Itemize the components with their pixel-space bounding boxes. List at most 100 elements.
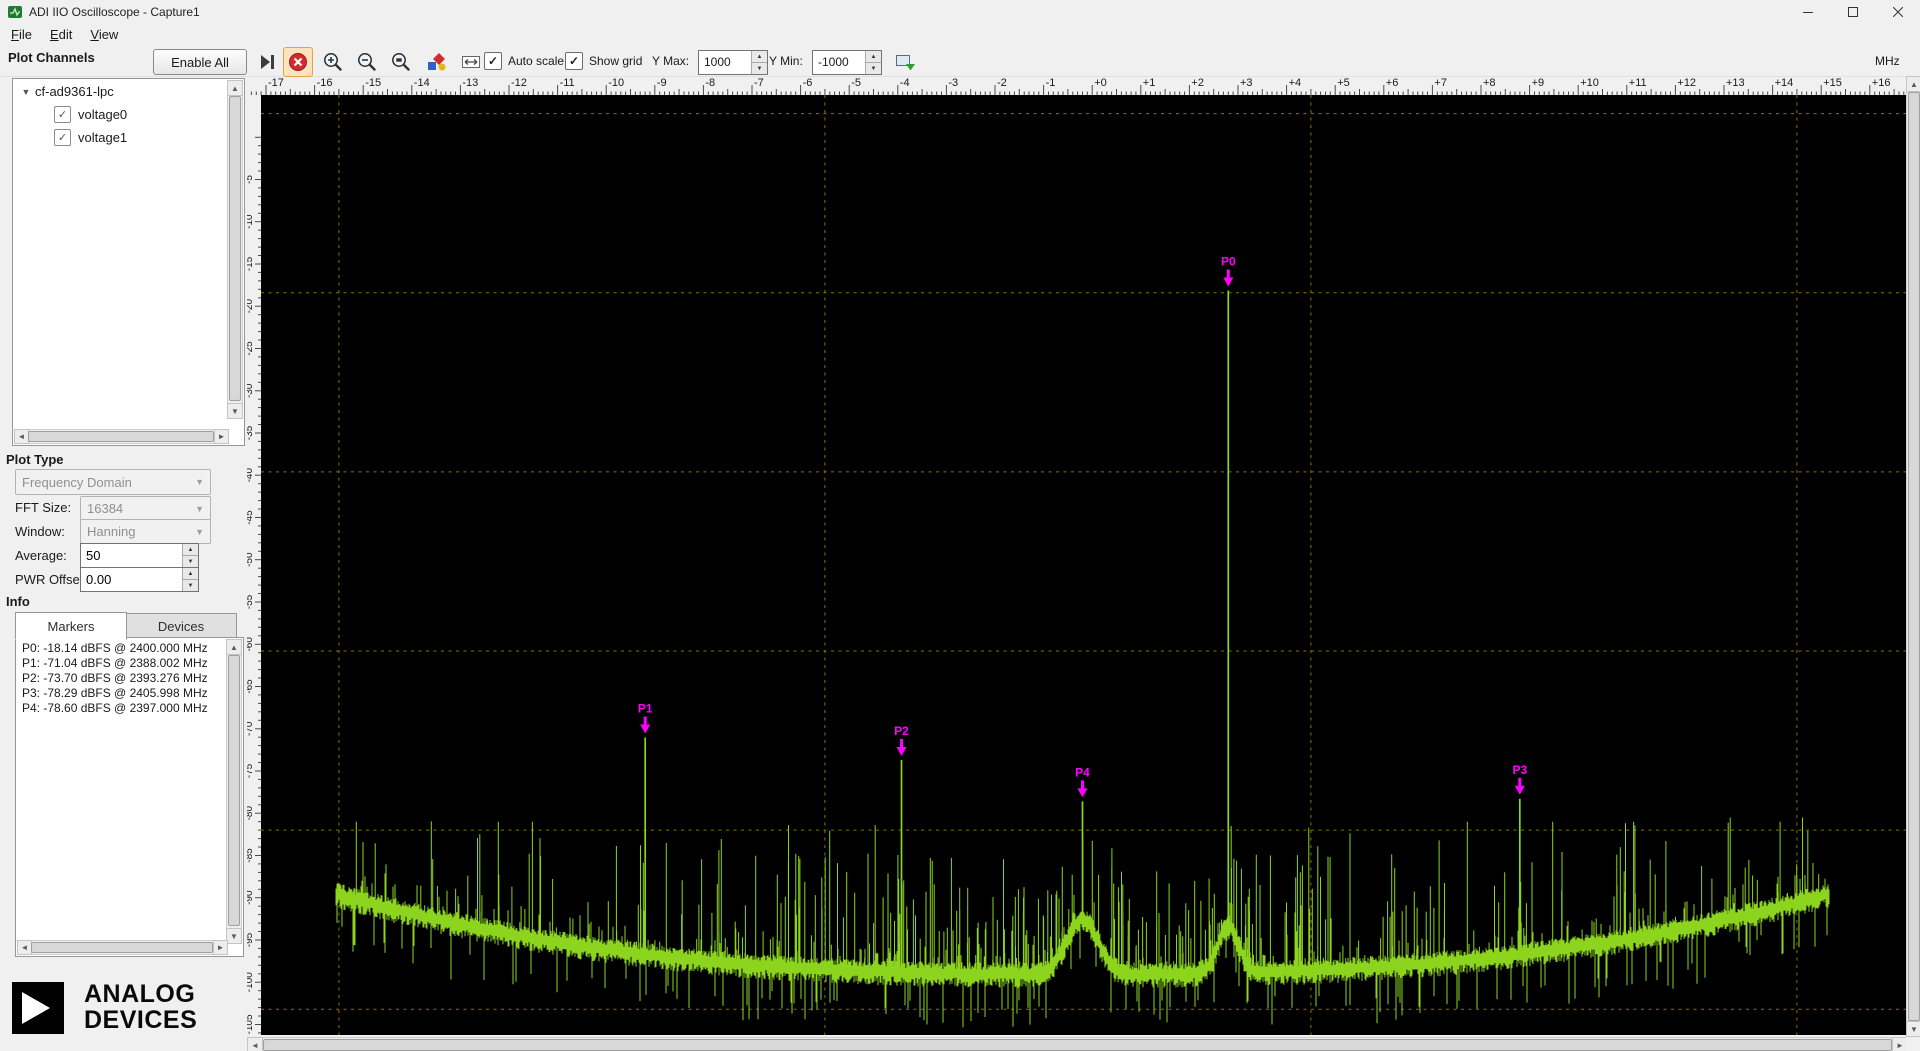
svg-text:P4: P4: [1075, 765, 1090, 779]
capture-play-icon[interactable]: [252, 47, 282, 77]
svg-text:-70: -70: [247, 721, 255, 736]
average-spin-buttons[interactable]: ▲▼: [182, 544, 198, 567]
svg-text:-80: -80: [247, 806, 255, 821]
svg-text:-10: -10: [608, 77, 624, 89]
enable-all-button-label: Enable All: [171, 55, 229, 70]
markers-scroll-down-arrow[interactable]: ▼: [226, 928, 242, 944]
y-max-input[interactable]: 1000 ▲▼: [698, 50, 768, 75]
tree-scroll-right-arrow[interactable]: ►: [214, 429, 229, 444]
markers-vertical-scroll-thumb[interactable]: [228, 655, 240, 926]
tab-markers[interactable]: Markers: [15, 612, 127, 640]
svg-text:-50: -50: [247, 552, 255, 567]
zoom-in-icon[interactable]: [318, 47, 348, 77]
auto-scale-checkbox-box[interactable]: ✓: [484, 52, 502, 70]
tree-scroll-down-arrow[interactable]: ▼: [227, 403, 243, 419]
minimize-icon[interactable]: [1785, 0, 1830, 24]
menu-item-view[interactable]: View: [81, 26, 127, 43]
show-grid-checkbox-box[interactable]: ✓: [565, 52, 583, 70]
maximize-icon[interactable]: [1830, 0, 1875, 24]
plot-scroll-down-arrow[interactable]: ▼: [1906, 1021, 1920, 1037]
pwr-offset-value: 0.00: [81, 568, 182, 591]
svg-text:+7: +7: [1434, 77, 1447, 89]
plot-scroll-up-arrow[interactable]: ▲: [1906, 76, 1920, 92]
auto-scale-checkbox[interactable]: ✓ Auto scale: [484, 48, 564, 74]
chevron-down-icon: ▼: [189, 477, 204, 487]
markers-scroll-right-arrow[interactable]: ►: [213, 940, 228, 955]
device-tree-channels: ✓voltage0✓voltage1: [14, 103, 228, 149]
zoom-fit-icon[interactable]: [386, 47, 416, 77]
plot-color-icon[interactable]: [422, 47, 452, 77]
tree-device-row[interactable]: ▼ cf-ad9361-lpc: [14, 80, 228, 103]
show-grid-checkbox[interactable]: ✓ Show grid: [565, 48, 642, 74]
svg-text:+10: +10: [1580, 77, 1599, 89]
plot-type-dropdown[interactable]: Frequency Domain ▼: [15, 469, 211, 495]
menu-item-edit[interactable]: Edit: [41, 26, 81, 43]
enable-all-button[interactable]: Enable All: [153, 49, 247, 75]
x-axis-ruler: -17-16-15-14-13-12-11-10-9-8-7-6-5-4-3-2…: [247, 76, 1906, 95]
svg-text:P1: P1: [638, 702, 653, 716]
tab-devices-label: Devices: [158, 619, 204, 634]
voltage1-checkbox[interactable]: ✓: [54, 129, 71, 146]
capture-stop-icon[interactable]: [283, 47, 313, 77]
markers-horizontal-scroll-thumb[interactable]: [31, 942, 213, 953]
y-max-spin-buttons[interactable]: ▲▼: [751, 51, 767, 74]
svg-text:-3: -3: [948, 77, 958, 89]
svg-text:-17: -17: [268, 77, 284, 89]
fit-window-icon[interactable]: [456, 47, 486, 77]
zoom-out-icon[interactable]: [352, 47, 382, 77]
plot-vertical-scroll-thumb[interactable]: [1908, 92, 1920, 1021]
svg-text:-100: -100: [247, 972, 255, 992]
y-min-label: Y Min:: [769, 54, 803, 68]
markers-list: P0: -18.14 dBFS @ 2400.000 MHzP1: -71.04…: [18, 641, 226, 941]
marker-info-line: P2: -73.70 dBFS @ 2393.276 MHz: [18, 671, 226, 686]
fft-size-dropdown[interactable]: 16384 ▼: [80, 496, 211, 521]
app-icon: [7, 4, 23, 20]
y-min-spin-buttons[interactable]: ▲▼: [865, 51, 881, 74]
menu-bar: FileEditView: [0, 24, 1920, 45]
svg-text:-30: -30: [247, 383, 255, 398]
tree-channel-row-voltage0[interactable]: ✓voltage0: [14, 103, 228, 126]
title-bar: ADI IIO Oscilloscope - Capture1: [0, 0, 1920, 25]
spectrum-plot[interactable]: P0P1P2P3P4: [261, 95, 1906, 1035]
tree-scroll-up-arrow[interactable]: ▲: [227, 80, 243, 96]
svg-text:-4: -4: [900, 77, 910, 89]
svg-text:-6: -6: [803, 77, 813, 89]
svg-text:-40: -40: [247, 468, 255, 483]
svg-text:+8: +8: [1483, 77, 1496, 89]
average-value: 50: [81, 544, 182, 567]
pwr-offset-spin-buttons[interactable]: ▲▼: [182, 568, 198, 591]
svg-text:+6: +6: [1386, 77, 1399, 89]
window-dropdown[interactable]: Hanning ▼: [80, 519, 211, 544]
y-max-value: 1000: [699, 51, 751, 74]
close-icon[interactable]: [1875, 0, 1920, 24]
pwr-offset-input[interactable]: 0.00 ▲▼: [80, 567, 199, 592]
tree-horizontal-scroll-thumb[interactable]: [28, 431, 214, 442]
average-input[interactable]: 50 ▲▼: [80, 543, 199, 568]
marker-info-line: P0: -18.14 dBFS @ 2400.000 MHz: [18, 641, 226, 656]
voltage0-checkbox[interactable]: ✓: [54, 106, 71, 123]
markers-scroll-left-arrow[interactable]: ◄: [17, 940, 32, 955]
marker-info-line: P3: -78.29 dBFS @ 2405.998 MHz: [18, 686, 226, 701]
tree-scroll-left-arrow[interactable]: ◄: [14, 429, 29, 444]
chevron-down-icon: ▼: [189, 504, 204, 514]
svg-text:P0: P0: [1221, 255, 1236, 269]
export-plot-icon[interactable]: [890, 47, 920, 77]
pwr-offset-label: PWR Offset:: [15, 572, 87, 587]
unit-label: MHz: [1875, 54, 1900, 68]
plot-horizontal-scroll-thumb[interactable]: [263, 1039, 1892, 1051]
plot-scroll-left-arrow[interactable]: ◄: [247, 1037, 263, 1051]
tree-channel-row-voltage1[interactable]: ✓voltage1: [14, 126, 228, 149]
markers-info-panel: P0: -18.14 dBFS @ 2400.000 MHzP1: -71.04…: [15, 637, 244, 957]
y-min-input[interactable]: -1000 ▲▼: [812, 50, 882, 75]
tree-expander-icon[interactable]: ▼: [19, 87, 33, 97]
markers-scroll-up-arrow[interactable]: ▲: [226, 639, 242, 655]
tree-vertical-scroll-thumb[interactable]: [229, 96, 241, 401]
svg-text:+5: +5: [1337, 77, 1350, 89]
fft-size-label: FFT Size:: [15, 500, 71, 515]
svg-text:-15: -15: [365, 77, 381, 89]
menu-item-file[interactable]: File: [2, 26, 41, 43]
tab-devices[interactable]: Devices: [125, 613, 237, 639]
svg-text:-65: -65: [247, 679, 255, 694]
svg-text:-20: -20: [247, 299, 255, 314]
logo-text-line1: ANALOG: [84, 981, 197, 1007]
